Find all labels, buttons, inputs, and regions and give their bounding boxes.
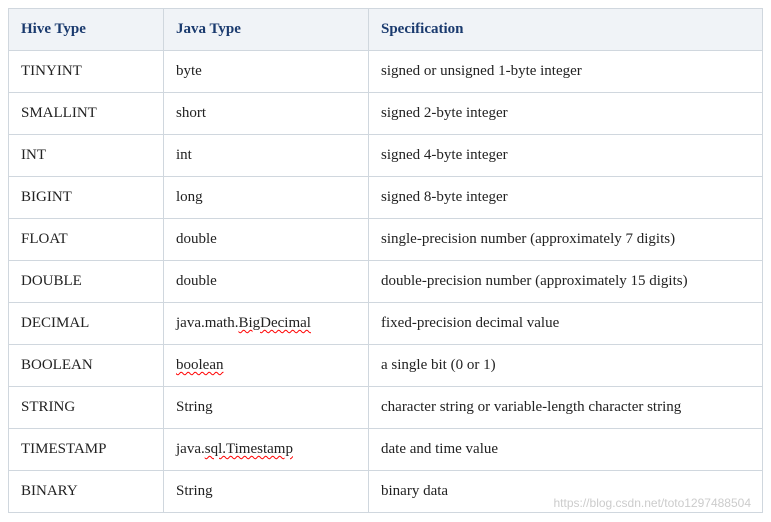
cell-hive-type: FLOAT	[9, 219, 164, 261]
cell-specification: character string or variable-length char…	[369, 387, 763, 429]
table-row: TIMESTAMP java.sql.Timestamp date and ti…	[9, 429, 763, 471]
header-hive-type: Hive Type	[9, 9, 164, 51]
cell-hive-type: BIGINT	[9, 177, 164, 219]
cell-java-type: java.sql.Timestamp	[164, 429, 369, 471]
cell-specification: double-precision number (approximately 1…	[369, 261, 763, 303]
cell-specification: a single bit (0 or 1)	[369, 345, 763, 387]
table-row: BOOLEAN boolean a single bit (0 or 1)	[9, 345, 763, 387]
table-row: SMALLINT short signed 2-byte integer	[9, 93, 763, 135]
cell-specification: signed 8-byte integer	[369, 177, 763, 219]
table-row: TINYINT byte signed or unsigned 1-byte i…	[9, 51, 763, 93]
cell-specification: signed 2-byte integer	[369, 93, 763, 135]
cell-java-type: double	[164, 261, 369, 303]
cell-java-type: double	[164, 219, 369, 261]
cell-java-type: java.math.BigDecimal	[164, 303, 369, 345]
cell-java-type: short	[164, 93, 369, 135]
cell-hive-type: BOOLEAN	[9, 345, 164, 387]
cell-hive-type: STRING	[9, 387, 164, 429]
cell-specification: signed or unsigned 1-byte integer	[369, 51, 763, 93]
cell-hive-type: DOUBLE	[9, 261, 164, 303]
table-row: DECIMAL java.math.BigDecimal fixed-preci…	[9, 303, 763, 345]
cell-hive-type: TINYINT	[9, 51, 164, 93]
cell-java-type: String	[164, 387, 369, 429]
cell-java-type: byte	[164, 51, 369, 93]
cell-specification: signed 4-byte integer	[369, 135, 763, 177]
cell-hive-type: INT	[9, 135, 164, 177]
cell-java-type: int	[164, 135, 369, 177]
cell-java-type: String	[164, 471, 369, 513]
cell-hive-type: SMALLINT	[9, 93, 164, 135]
table-row: FLOAT double single-precision number (ap…	[9, 219, 763, 261]
cell-java-type: boolean	[164, 345, 369, 387]
table-row: INT int signed 4-byte integer	[9, 135, 763, 177]
table-row: BIGINT long signed 8-byte integer	[9, 177, 763, 219]
type-mapping-table: Hive Type Java Type Specification TINYIN…	[8, 8, 763, 513]
table-row: STRING String character string or variab…	[9, 387, 763, 429]
cell-specification: binary data	[369, 471, 763, 513]
cell-java-type: long	[164, 177, 369, 219]
table-row: BINARY String binary data	[9, 471, 763, 513]
cell-hive-type: TIMESTAMP	[9, 429, 164, 471]
table-row: DOUBLE double double-precision number (a…	[9, 261, 763, 303]
cell-hive-type: DECIMAL	[9, 303, 164, 345]
cell-specification: date and time value	[369, 429, 763, 471]
cell-specification: single-precision number (approximately 7…	[369, 219, 763, 261]
header-specification: Specification	[369, 9, 763, 51]
cell-specification: fixed-precision decimal value	[369, 303, 763, 345]
table-header-row: Hive Type Java Type Specification	[9, 9, 763, 51]
header-java-type: Java Type	[164, 9, 369, 51]
cell-hive-type: BINARY	[9, 471, 164, 513]
